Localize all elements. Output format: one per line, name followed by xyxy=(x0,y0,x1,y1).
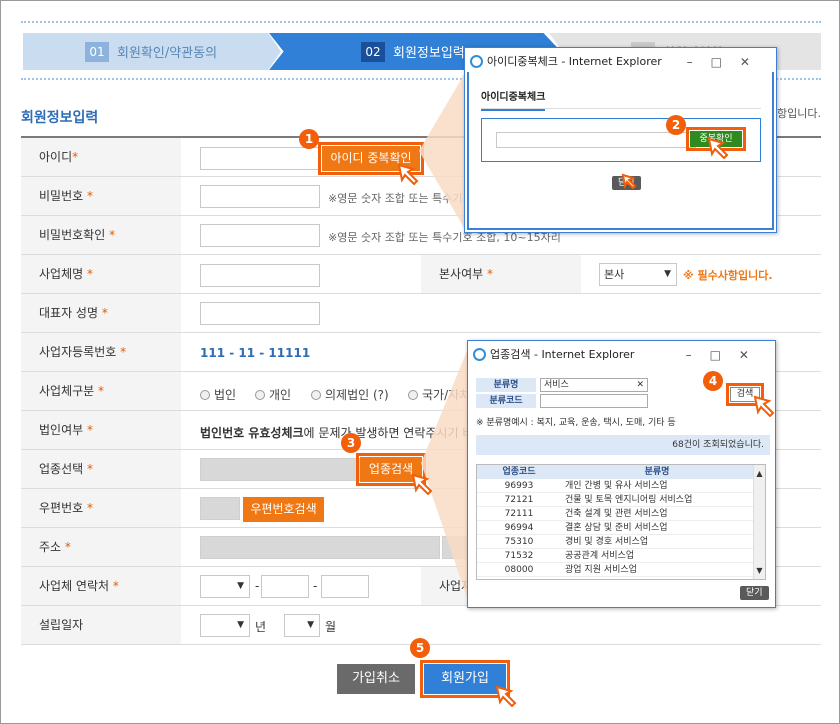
cursor-icon xyxy=(621,173,637,189)
clear-icon[interactable]: ✕ xyxy=(636,379,644,391)
field1-input[interactable]: 서비스 ✕ xyxy=(540,378,648,392)
table-body: 96993 개인 간병 및 유사 서비스업 72121 건물 및 토목 엔지니어링 서… xyxy=(477,479,765,577)
cell-name: 광업 지원 서비스업 xyxy=(565,565,637,575)
cell-name: 경비 및 경호 서비스업 xyxy=(565,537,649,547)
step-badge-4: 4 xyxy=(703,371,723,391)
cell-code: 75310 xyxy=(504,537,534,547)
header-name: 분류명 xyxy=(644,467,670,477)
step-badge-3: 3 xyxy=(341,433,361,453)
table-row[interactable]: 72121 건물 및 토목 엔지니어링 서비스업 xyxy=(477,493,765,507)
cursor-icon xyxy=(397,163,419,185)
cell-name: 공공관계 서비스업 xyxy=(565,551,635,561)
cell-code: 71532 xyxy=(504,551,534,561)
cell-name: 개인 간병 및 유사 서비스업 xyxy=(565,481,668,491)
industry-popup-close-button[interactable]: 닫기 xyxy=(740,586,769,600)
industry-popup: 업종검색 - Internet Explorer –□✕ 분류명 서비스 ✕ 분류코… xyxy=(467,340,776,608)
tab-divider xyxy=(481,108,761,109)
cell-code: 72111 xyxy=(504,509,534,519)
cell-name: 건물 및 토목 엔지니어링 서비스업 xyxy=(565,495,693,505)
header-code: 업종코드 xyxy=(502,467,536,477)
table-row[interactable]: 75310 경비 및 경호 서비스업 xyxy=(477,535,765,549)
cursor-icon xyxy=(411,473,433,495)
table-row[interactable]: 71532 공공관계 서비스업 xyxy=(477,549,765,563)
table-scrollbar[interactable]: ▲ ▼ xyxy=(753,465,765,579)
id-check-popup: 아이디중복체크 - Internet Explorer –□✕ 아이디중복체크 중… xyxy=(464,47,777,233)
table-header: 업종코드 분류명 xyxy=(477,465,765,479)
ie-icon xyxy=(473,348,486,361)
id-popup-input[interactable] xyxy=(496,132,696,148)
page-frame: 01회원확인/약관동의 02회원정보입력 03회원가입완료 회원정보입력 항입니… xyxy=(0,0,840,724)
cell-code: 96993 xyxy=(504,481,534,491)
cursor-icon xyxy=(753,395,775,417)
cell-code: 72121 xyxy=(504,495,534,505)
ie-icon xyxy=(470,55,483,68)
result-count: 68건이 조회되었습니다. xyxy=(476,435,770,455)
table-row[interactable]: 72111 건축 설계 및 관련 서비스업 xyxy=(477,507,765,521)
cell-name: 결혼 상담 및 준비 서비스업 xyxy=(565,523,668,533)
table-row[interactable]: 96994 결혼 상담 및 준비 서비스업 xyxy=(477,521,765,535)
field1-label: 분류명 xyxy=(476,378,536,392)
step-badge-1: 1 xyxy=(299,129,319,149)
cursor-icon xyxy=(495,685,517,707)
cell-name: 건축 설계 및 관련 서비스업 xyxy=(565,509,668,519)
industry-example: ※ 분류명예시 : 복지, 교육, 운송, 택시, 도매, 기타 등 xyxy=(476,418,676,428)
cell-code: 08000 xyxy=(504,565,534,575)
table-row[interactable]: 08000 광업 지원 서비스업 xyxy=(477,563,765,577)
table-row[interactable]: 96993 개인 간병 및 유사 서비스업 xyxy=(477,479,765,493)
industry-popup-titlebar: 업종검색 - Internet Explorer –□✕ xyxy=(468,341,775,369)
step-badge-2: 2 xyxy=(666,115,686,135)
cell-code: 96994 xyxy=(504,523,534,533)
cursor-icon xyxy=(707,137,729,159)
field2-input[interactable] xyxy=(540,394,648,408)
field2-label: 분류코드 xyxy=(476,394,536,408)
industry-table: 업종코드 분류명 96993 개인 간병 및 유사 서비스업 72121 건물 및 토… xyxy=(476,464,766,580)
window-controls[interactable]: –□✕ xyxy=(686,341,767,369)
step-badge-5: 5 xyxy=(410,638,430,658)
